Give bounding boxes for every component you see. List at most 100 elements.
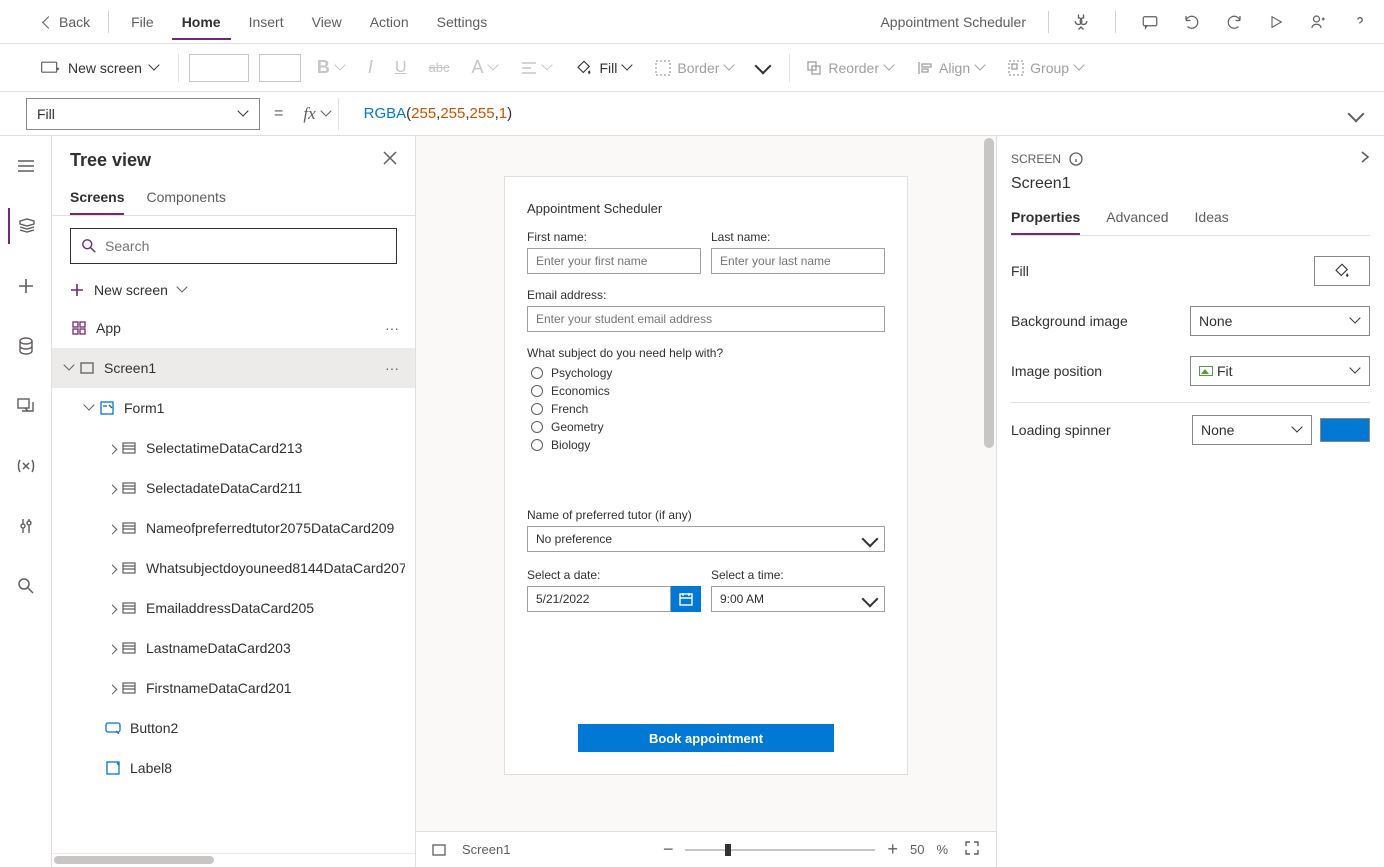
canvas-viewport[interactable]: Appointment Scheduler First name: Last n… xyxy=(416,136,996,831)
tree-node-datacard[interactable]: EmailaddressDataCard205 xyxy=(52,588,415,628)
rail-advanced-tools-button[interactable] xyxy=(8,508,44,544)
ribbon-reorder-button[interactable]: Reorder xyxy=(800,56,901,80)
share-icon[interactable] xyxy=(1306,10,1330,34)
menu-home[interactable]: Home xyxy=(172,4,231,40)
zoom-slider[interactable] xyxy=(685,849,875,851)
tree-node-datacard[interactable]: Whatsubjectdoyouneed8144DataCard207 xyxy=(52,548,415,588)
comments-icon[interactable] xyxy=(1138,10,1162,34)
tree-node-more-button[interactable]: ··· xyxy=(379,360,405,376)
tutor-dropdown[interactable]: No preference xyxy=(527,526,885,552)
bold-button[interactable]: B xyxy=(311,53,352,82)
zoom-out-button[interactable]: − xyxy=(663,839,674,860)
tree-node-label8[interactable]: Label8 xyxy=(52,748,415,788)
ribbon-border-button[interactable]: Border xyxy=(649,56,741,80)
menu-file[interactable]: File xyxy=(121,4,164,40)
tree-node-datacard[interactable]: FirstnameDataCard201 xyxy=(52,668,415,708)
underline-button[interactable]: U xyxy=(389,55,413,81)
font-color-button[interactable]: A xyxy=(465,53,505,82)
rail-tree-view-button[interactable] xyxy=(8,208,44,244)
tree-node-datacard[interactable]: SelectatimeDataCard213 xyxy=(52,428,415,468)
subject-radio-geometry[interactable]: Geometry xyxy=(531,420,885,434)
prop-spinner-dropdown[interactable]: None xyxy=(1192,415,1312,445)
subject-radio-psychology[interactable]: Psychology xyxy=(531,366,885,380)
date-input[interactable]: 5/21/2022 xyxy=(527,586,671,612)
chevron-right-icon xyxy=(104,520,120,536)
ribbon-group-button[interactable]: Group xyxy=(1002,56,1091,80)
menu-settings[interactable]: Settings xyxy=(427,4,498,40)
text-align-button[interactable] xyxy=(515,57,559,79)
subject-radio-biology[interactable]: Biology xyxy=(531,438,885,452)
rail-hamburger-button[interactable] xyxy=(8,148,44,184)
tree-search-box[interactable] xyxy=(70,228,397,264)
menu-action[interactable]: Action xyxy=(360,4,419,40)
app-checker-icon[interactable] xyxy=(1069,10,1093,34)
plus-icon xyxy=(17,277,35,295)
formula-input[interactable]: RGBA(255, 255, 255, 1) xyxy=(353,98,1326,130)
zoom-in-button[interactable]: + xyxy=(887,839,898,860)
rail-media-button[interactable] xyxy=(8,388,44,424)
variables-icon xyxy=(17,458,35,474)
tree-view-close-button[interactable] xyxy=(383,151,397,170)
calendar-button[interactable] xyxy=(671,586,701,612)
tree-node-app[interactable]: App ··· xyxy=(52,308,415,348)
tree-node-button2[interactable]: Button2 xyxy=(52,708,415,748)
app-canvas-screen[interactable]: Appointment Scheduler First name: Last n… xyxy=(504,176,908,775)
tree-node-datacard[interactable]: LastnameDataCard203 xyxy=(52,628,415,668)
prop-bgimage-dropdown[interactable]: None xyxy=(1190,306,1370,336)
fx-button[interactable]: fx xyxy=(297,98,338,130)
tab-components[interactable]: Components xyxy=(146,181,225,215)
strikethrough-button[interactable]: abc xyxy=(423,56,456,79)
property-selector-dropdown[interactable]: Fill xyxy=(26,98,260,130)
ribbon-fill-button[interactable]: Fill xyxy=(569,55,639,81)
tree-node-datacard[interactable]: Nameofpreferredtutor2075DataCard209 xyxy=(52,508,415,548)
play-preview-icon[interactable] xyxy=(1264,10,1288,34)
time-dropdown[interactable]: 9:00 AM xyxy=(711,586,885,612)
ribbon-border-label: Border xyxy=(677,60,719,76)
ribbon-more-button[interactable] xyxy=(751,56,779,80)
radio-icon xyxy=(531,367,543,379)
ribbon-align-button[interactable]: Align xyxy=(911,56,992,80)
menu-view[interactable]: View xyxy=(302,4,352,40)
rail-variables-button[interactable] xyxy=(8,448,44,484)
book-appointment-button[interactable]: Book appointment xyxy=(578,724,834,752)
prop-spinner-color-swatch[interactable] xyxy=(1320,418,1370,442)
rail-data-button[interactable] xyxy=(8,328,44,364)
font-size-dropdown[interactable] xyxy=(259,54,301,82)
tree-node-screen1[interactable]: Screen1 ··· xyxy=(52,348,415,388)
back-button[interactable]: Back xyxy=(38,10,96,34)
help-icon[interactable] xyxy=(1348,10,1372,34)
tree-node-label: Whatsubjectdoyouneed8144DataCard207 xyxy=(146,560,405,576)
tree-new-screen-button[interactable]: New screen xyxy=(52,276,415,308)
subject-radio-economics[interactable]: Economics xyxy=(531,384,885,398)
email-input[interactable] xyxy=(527,306,885,332)
tab-ideas[interactable]: Ideas xyxy=(1195,201,1229,235)
italic-button[interactable]: I xyxy=(362,53,379,82)
panel-collapse-button[interactable] xyxy=(1360,150,1370,167)
tab-advanced[interactable]: Advanced xyxy=(1106,201,1168,235)
chevron-down-icon xyxy=(489,63,499,73)
prop-fill-button[interactable] xyxy=(1314,256,1370,286)
redo-icon[interactable] xyxy=(1222,10,1246,34)
tab-properties[interactable]: Properties xyxy=(1011,201,1080,235)
tab-screens[interactable]: Screens xyxy=(70,181,124,215)
subject-radio-french[interactable]: French xyxy=(531,402,885,416)
lastname-input[interactable] xyxy=(711,248,885,274)
undo-icon[interactable] xyxy=(1180,10,1204,34)
tree-horizontal-scrollbar[interactable] xyxy=(52,853,415,867)
tree-node-datacard[interactable]: SelectadateDataCard211 xyxy=(52,468,415,508)
menu-insert[interactable]: Insert xyxy=(239,4,294,40)
firstname-input[interactable] xyxy=(527,248,701,274)
prop-imgpos-dropdown[interactable]: Fit xyxy=(1190,356,1370,386)
tree-node-form1[interactable]: Form1 xyxy=(52,388,415,428)
rail-insert-button[interactable] xyxy=(8,268,44,304)
rail-search-button[interactable] xyxy=(8,568,44,604)
formula-expand-button[interactable] xyxy=(1340,108,1372,120)
tree-node-more-button[interactable]: ··· xyxy=(379,320,405,336)
fit-to-window-button[interactable] xyxy=(964,840,980,859)
ribbon-new-screen-button[interactable]: New screen xyxy=(32,56,168,80)
info-icon[interactable] xyxy=(1069,152,1083,166)
canvas-vertical-scrollbar[interactable] xyxy=(984,138,994,448)
menubar-divider xyxy=(108,11,109,33)
tree-search-input[interactable] xyxy=(105,238,386,254)
font-dropdown[interactable] xyxy=(189,54,249,82)
